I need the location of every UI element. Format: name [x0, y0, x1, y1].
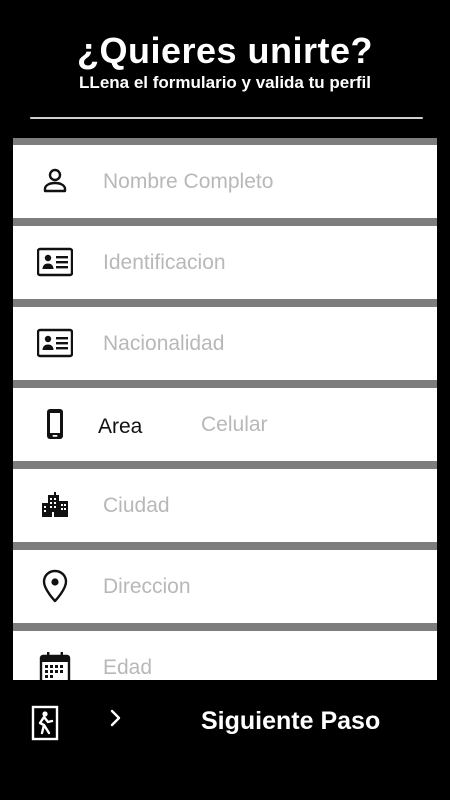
footer-bar: Siguiente Paso: [0, 680, 450, 800]
calendar-icon: [39, 652, 71, 680]
phone-field: Area Celular: [13, 388, 437, 461]
exit-door-icon[interactable]: [31, 705, 61, 741]
phone-icon: [47, 409, 63, 439]
header: ¿Quieres unirte? LLena el formulario y v…: [0, 0, 450, 140]
id-card-icon: [37, 328, 73, 358]
nationality-field[interactable]: Nacionalidad: [13, 307, 437, 380]
address-placeholder: Direccion: [103, 575, 191, 598]
full-name-field[interactable]: Nombre Completo: [13, 145, 437, 218]
address-field[interactable]: Direccion: [13, 550, 437, 623]
age-field[interactable]: Edad: [13, 631, 437, 680]
city-field[interactable]: Ciudad: [13, 469, 437, 542]
chevron-right-icon: [110, 709, 121, 727]
page-title: ¿Quieres unirte?: [76, 30, 374, 71]
location-pin-icon: [42, 569, 68, 603]
next-step-button[interactable]: Siguiente Paso: [201, 706, 380, 736]
area-code-input[interactable]: Area: [98, 414, 142, 440]
city-placeholder: Ciudad: [103, 494, 170, 517]
cellphone-input[interactable]: Celular: [201, 412, 268, 438]
identification-field[interactable]: Identificacion: [13, 226, 437, 299]
id-card-icon: [37, 247, 73, 277]
city-icon: [42, 492, 68, 517]
full-name-placeholder: Nombre Completo: [103, 170, 274, 193]
identification-placeholder: Identificacion: [103, 251, 226, 274]
age-placeholder: Edad: [103, 656, 153, 679]
nationality-placeholder: Nacionalidad: [103, 332, 225, 355]
registration-form: Nombre Completo Identificacion Nacionali…: [13, 138, 437, 680]
header-divider: [30, 117, 423, 119]
person-icon: [43, 168, 67, 193]
page-subtitle: LLena el formulario y valida tu perfil: [79, 73, 371, 92]
